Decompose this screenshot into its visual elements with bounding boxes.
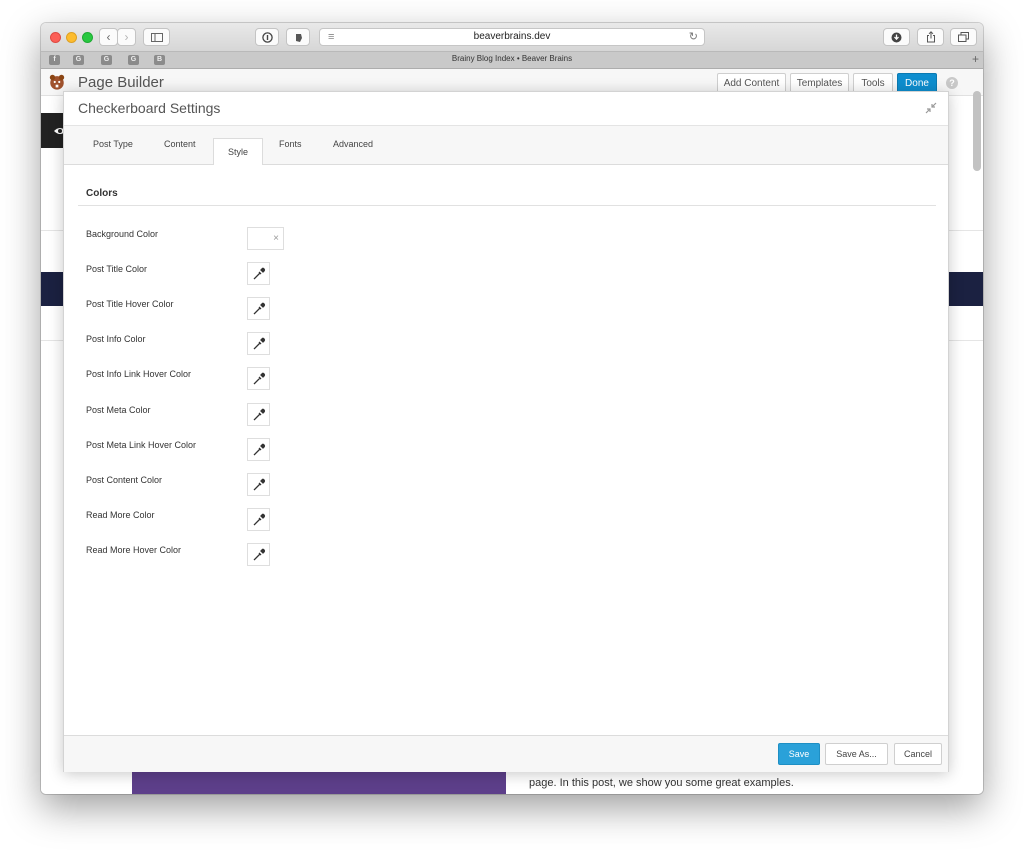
bookmark-favicon-icon[interactable]: B bbox=[154, 55, 165, 65]
field-label-post-info-link-hover-color: Post Info Link Hover Color bbox=[86, 369, 192, 379]
field-label-post-meta-link-hover-color: Post Meta Link Hover Color bbox=[86, 440, 197, 450]
field-label-post-info-color: Post Info Color bbox=[86, 334, 146, 344]
tabs-overview-button[interactable] bbox=[950, 28, 977, 46]
downloads-button[interactable] bbox=[883, 28, 910, 46]
tab-fonts[interactable]: Fonts bbox=[279, 139, 302, 149]
page-builder-title: Page Builder bbox=[78, 74, 164, 91]
facebook-favicon-icon[interactable]: f bbox=[49, 55, 60, 65]
download-icon bbox=[891, 32, 902, 42]
post-title-color-picker[interactable] bbox=[247, 262, 270, 285]
collapse-icon[interactable] bbox=[924, 101, 938, 115]
share-button[interactable] bbox=[917, 28, 944, 46]
eyedropper-icon bbox=[253, 443, 265, 455]
eyedropper-icon bbox=[253, 513, 265, 525]
browser-toolbar: ‹ › ≡ beaverbrains.dev ↻ bbox=[41, 23, 983, 52]
address-bar[interactable]: ≡ beaverbrains.dev ↻ bbox=[319, 28, 705, 46]
password-extension-button[interactable] bbox=[255, 28, 279, 46]
close-window-button[interactable] bbox=[50, 32, 61, 43]
sidebar-icon bbox=[150, 32, 163, 42]
google-favicon-icon[interactable]: G bbox=[101, 55, 112, 65]
evernote-icon bbox=[295, 33, 302, 42]
help-icon[interactable]: ? bbox=[946, 77, 958, 89]
color-swatch[interactable] bbox=[247, 227, 270, 250]
field-label-read-more-color: Read More Color bbox=[86, 510, 155, 520]
modal-header: Checkerboard Settings bbox=[64, 92, 948, 126]
featured-image-block bbox=[132, 771, 506, 794]
settings-tabs: Post Type Content Style Fonts Advanced bbox=[64, 126, 948, 165]
field-label-post-content-color: Post Content Color bbox=[86, 475, 163, 485]
google-favicon-icon[interactable]: G bbox=[73, 55, 84, 65]
post-info-link-hover-color-picker[interactable] bbox=[247, 367, 270, 390]
zoom-window-button[interactable] bbox=[82, 32, 93, 43]
field-label-post-title-hover-color: Post Title Hover Color bbox=[86, 299, 174, 309]
post-excerpt-text: page. In this post, we show you some gre… bbox=[529, 777, 794, 789]
onepassword-icon bbox=[261, 31, 273, 43]
extension-button[interactable] bbox=[286, 28, 310, 46]
tab-content[interactable]: Content bbox=[164, 139, 196, 149]
eyedropper-icon bbox=[253, 478, 265, 490]
eyedropper-icon bbox=[253, 372, 265, 384]
back-button[interactable]: ‹ bbox=[99, 28, 118, 46]
cancel-button[interactable]: Cancel bbox=[894, 743, 942, 765]
chevron-right-icon: › bbox=[124, 30, 129, 44]
minimize-window-button[interactable] bbox=[66, 32, 77, 43]
read-more-hover-color-picker[interactable] bbox=[247, 543, 270, 566]
field-label-post-title-color: Post Title Color bbox=[86, 264, 148, 274]
post-info-color-picker[interactable] bbox=[247, 332, 270, 355]
active-tab-title[interactable]: Brainy Blog Index • Beaver Brains bbox=[171, 54, 853, 63]
eyedropper-icon bbox=[253, 337, 265, 349]
reload-icon[interactable]: ↻ bbox=[689, 30, 698, 43]
tab-post-type[interactable]: Post Type bbox=[93, 139, 133, 149]
post-title-hover-color-picker[interactable] bbox=[247, 297, 270, 320]
read-more-color-picker[interactable] bbox=[247, 508, 270, 531]
post-meta-link-hover-color-picker[interactable] bbox=[247, 438, 270, 461]
url-text: beaverbrains.dev bbox=[473, 31, 551, 42]
field-label-background-color: Background Color bbox=[86, 229, 159, 239]
forward-button[interactable]: › bbox=[117, 28, 136, 46]
google-favicon-icon[interactable]: G bbox=[128, 55, 139, 65]
eyedropper-icon bbox=[253, 267, 265, 279]
colors-section-title: Colors bbox=[86, 188, 118, 199]
share-icon bbox=[926, 31, 935, 43]
post-meta-color-picker[interactable] bbox=[247, 403, 270, 426]
section-divider bbox=[78, 205, 936, 206]
eyedropper-icon bbox=[253, 548, 265, 560]
new-tab-plus-icon[interactable]: + bbox=[972, 52, 979, 66]
tab-style[interactable]: Style bbox=[213, 138, 263, 165]
beaver-logo-icon bbox=[49, 74, 65, 90]
save-button[interactable]: Save bbox=[778, 743, 820, 765]
settings-modal: Checkerboard Settings Post Type Content … bbox=[63, 91, 949, 772]
page-scrollbar[interactable] bbox=[973, 91, 981, 171]
modal-footer: Save Save As... Cancel bbox=[64, 735, 948, 772]
sidebar-toggle-button[interactable] bbox=[143, 28, 170, 46]
chevron-left-icon: ‹ bbox=[106, 30, 111, 44]
post-content-color-picker[interactable] bbox=[247, 473, 270, 496]
tabs-icon bbox=[958, 32, 969, 42]
tab-bar: f G G G B Brainy Blog Index • Beaver Bra… bbox=[41, 52, 983, 69]
clear-color-icon[interactable]: × bbox=[269, 227, 284, 250]
modal-title: Checkerboard Settings bbox=[78, 100, 221, 116]
tab-advanced[interactable]: Advanced bbox=[333, 139, 373, 149]
background-color-picker[interactable]: × bbox=[247, 227, 284, 250]
eyedropper-icon bbox=[253, 302, 265, 314]
eyedropper-icon bbox=[253, 408, 265, 420]
save-as-button[interactable]: Save As... bbox=[825, 743, 888, 765]
field-label-post-meta-color: Post Meta Color bbox=[86, 405, 151, 415]
field-label-read-more-hover-color: Read More Hover Color bbox=[86, 545, 182, 555]
